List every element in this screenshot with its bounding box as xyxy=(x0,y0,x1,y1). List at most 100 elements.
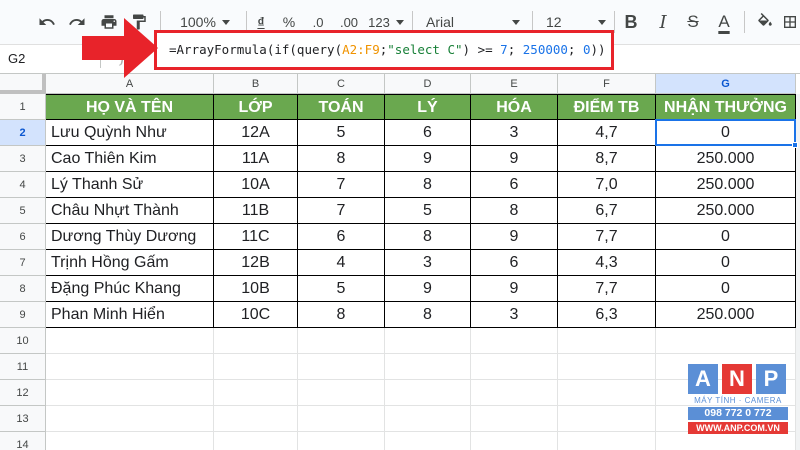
italic-button[interactable]: I xyxy=(652,7,674,37)
table-cell[interactable]: 8 xyxy=(471,198,558,224)
strikethrough-button[interactable]: S xyxy=(682,7,704,37)
table-cell[interactable]: 4 xyxy=(298,250,385,276)
table-cell[interactable]: 9 xyxy=(385,146,471,172)
table-cell[interactable]: 6 xyxy=(471,172,558,198)
row-header-4[interactable]: 4 xyxy=(0,172,46,198)
empty-cell[interactable] xyxy=(298,432,385,450)
empty-cell[interactable] xyxy=(385,354,471,380)
undo-icon[interactable] xyxy=(34,7,60,37)
empty-cell[interactable] xyxy=(385,406,471,432)
table-cell[interactable]: 6,7 xyxy=(558,198,656,224)
empty-cell[interactable] xyxy=(214,406,298,432)
table-cell[interactable]: Lý Thanh Sử xyxy=(46,172,214,198)
table-cell[interactable]: 8,7 xyxy=(558,146,656,172)
table-cell[interactable]: 8 xyxy=(298,302,385,328)
table-cell[interactable]: 3 xyxy=(471,302,558,328)
empty-cell[interactable] xyxy=(298,406,385,432)
table-cell[interactable]: 5 xyxy=(298,276,385,302)
empty-cell[interactable] xyxy=(46,380,214,406)
table-cell[interactable]: 8 xyxy=(385,172,471,198)
table-cell[interactable]: 0 xyxy=(656,276,796,302)
select-all-corner[interactable] xyxy=(0,74,46,94)
row-header-2[interactable]: 2 xyxy=(0,120,46,146)
column-header-g[interactable]: G xyxy=(656,74,796,94)
table-cell[interactable]: 9 xyxy=(471,224,558,250)
table-cell[interactable]: 9 xyxy=(385,276,471,302)
table-cell[interactable]: 250.000 xyxy=(656,198,796,224)
table-cell[interactable]: Dương Thùy Dương xyxy=(46,224,214,250)
empty-cell[interactable] xyxy=(558,432,656,450)
table-cell[interactable]: 9 xyxy=(471,146,558,172)
empty-cell[interactable] xyxy=(385,328,471,354)
empty-cell[interactable] xyxy=(471,406,558,432)
table-cell[interactable]: 250.000 xyxy=(656,172,796,198)
empty-cell[interactable] xyxy=(46,354,214,380)
row-header-3[interactable]: 3 xyxy=(0,146,46,172)
bold-button[interactable]: B xyxy=(620,7,642,37)
empty-cell[interactable] xyxy=(558,380,656,406)
table-cell[interactable]: Phan Minh Hiển xyxy=(46,302,214,328)
table-cell[interactable]: 8 xyxy=(385,302,471,328)
table-cell[interactable]: 10A xyxy=(214,172,298,198)
table-cell[interactable]: 8 xyxy=(298,146,385,172)
table-cell[interactable]: 5 xyxy=(385,198,471,224)
table-cell[interactable]: 4,3 xyxy=(558,250,656,276)
empty-cell[interactable] xyxy=(214,432,298,450)
table-cell[interactable]: Lưu Quỳnh Như xyxy=(46,120,214,146)
table-cell[interactable]: 6 xyxy=(471,250,558,276)
empty-cell[interactable] xyxy=(471,354,558,380)
row-header-9[interactable]: 9 xyxy=(0,302,46,328)
empty-cell[interactable] xyxy=(558,328,656,354)
table-cell[interactable]: 11C xyxy=(214,224,298,250)
table-cell[interactable]: 250.000 xyxy=(656,302,796,328)
column-header-f[interactable]: F xyxy=(558,74,656,94)
table-header-cell[interactable]: HÓA xyxy=(471,94,558,120)
empty-cell[interactable] xyxy=(298,328,385,354)
table-cell[interactable]: 12A xyxy=(214,120,298,146)
column-header-d[interactable]: D xyxy=(385,74,471,94)
table-cell[interactable]: 6,3 xyxy=(558,302,656,328)
column-header-b[interactable]: B xyxy=(214,74,298,94)
row-header-8[interactable]: 8 xyxy=(0,276,46,302)
empty-cell[interactable] xyxy=(214,328,298,354)
row-header-10[interactable]: 10 xyxy=(0,328,46,354)
text-color-button[interactable]: A xyxy=(712,7,736,37)
table-cell[interactable]: 6 xyxy=(298,224,385,250)
table-cell[interactable]: 3 xyxy=(385,250,471,276)
table-cell[interactable]: 7,7 xyxy=(558,276,656,302)
table-cell[interactable]: Trịnh Hồng Gấm xyxy=(46,250,214,276)
empty-cell[interactable] xyxy=(298,380,385,406)
table-cell[interactable]: 5 xyxy=(298,120,385,146)
table-header-cell[interactable]: ĐIỂM TB xyxy=(558,94,656,120)
empty-cell[interactable] xyxy=(214,354,298,380)
empty-cell[interactable] xyxy=(471,328,558,354)
table-header-cell[interactable]: TOÁN xyxy=(298,94,385,120)
table-cell[interactable]: 7 xyxy=(298,172,385,198)
table-header-cell[interactable]: LỚP xyxy=(214,94,298,120)
table-cell[interactable]: 7 xyxy=(298,198,385,224)
table-cell[interactable]: 7,7 xyxy=(558,224,656,250)
empty-cell[interactable] xyxy=(46,432,214,450)
empty-cell[interactable] xyxy=(46,328,214,354)
table-cell[interactable]: 3 xyxy=(471,120,558,146)
table-cell[interactable]: 8 xyxy=(385,224,471,250)
empty-cell[interactable] xyxy=(656,432,796,450)
table-cell[interactable]: 6 xyxy=(385,120,471,146)
table-cell[interactable]: 7,0 xyxy=(558,172,656,198)
table-cell[interactable]: 0 xyxy=(656,250,796,276)
table-cell[interactable]: 0 xyxy=(656,224,796,250)
row-header-14[interactable]: 14 xyxy=(0,432,46,450)
empty-cell[interactable] xyxy=(656,328,796,354)
table-cell[interactable]: 9 xyxy=(471,276,558,302)
empty-cell[interactable] xyxy=(385,380,471,406)
empty-cell[interactable] xyxy=(558,354,656,380)
table-header-cell[interactable]: NHẬN THƯỞNG xyxy=(656,94,796,120)
table-cell[interactable]: 0 xyxy=(656,120,796,146)
row-header-5[interactable]: 5 xyxy=(0,198,46,224)
empty-cell[interactable] xyxy=(558,406,656,432)
table-header-cell[interactable]: HỌ VÀ TÊN xyxy=(46,94,214,120)
column-header-c[interactable]: C xyxy=(298,74,385,94)
table-cell[interactable]: 250.000 xyxy=(656,146,796,172)
table-cell[interactable]: 4,7 xyxy=(558,120,656,146)
row-header-13[interactable]: 13 xyxy=(0,406,46,432)
